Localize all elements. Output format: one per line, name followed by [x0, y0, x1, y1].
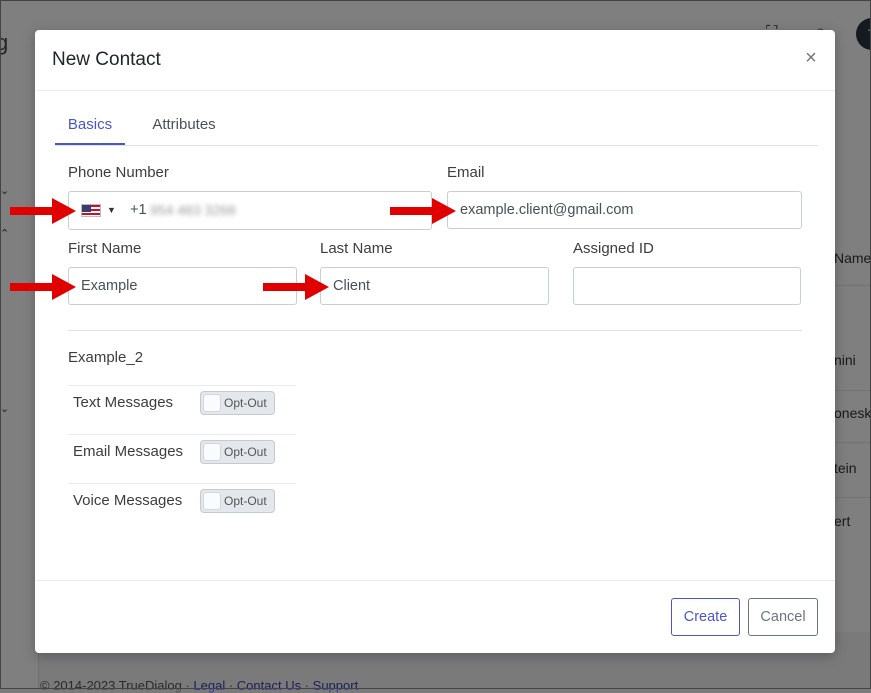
caret-down-icon[interactable]: ▼: [107, 205, 116, 215]
cancel-button[interactable]: Cancel: [748, 598, 818, 636]
section-title: Example_2: [68, 349, 144, 366]
email-messages-toggle[interactable]: Opt-Out: [200, 440, 275, 464]
preference-label: Voice Messages: [73, 492, 183, 509]
tab-bar: Basics Attributes: [55, 106, 818, 146]
create-button[interactable]: Create: [671, 598, 740, 636]
modal-header: New Contact ×: [35, 30, 835, 91]
annotation-arrow-icon: [263, 274, 329, 300]
annotation-arrow-icon: [10, 274, 76, 300]
preference-row-voice: Voice Messages Opt-Out: [68, 483, 296, 524]
preference-row-email: Email Messages Opt-Out: [68, 434, 296, 484]
modal-footer: Create Cancel: [35, 580, 835, 654]
preference-row-text: Text Messages Opt-Out: [68, 385, 296, 435]
preference-label: Email Messages: [73, 443, 184, 460]
first-name-label: First Name: [68, 240, 142, 257]
close-icon[interactable]: ×: [800, 47, 822, 69]
toggle-label: Opt-Out: [224, 494, 267, 508]
phone-number-redacted: 954 483 3268: [150, 202, 236, 218]
country-code: +1: [130, 202, 147, 218]
tab-attributes[interactable]: Attributes: [135, 106, 233, 145]
phone-field[interactable]: ▼ +1 954 483 3268: [68, 191, 432, 230]
new-contact-modal: New Contact × Basics Attributes Phone Nu…: [35, 30, 835, 653]
voice-messages-toggle[interactable]: Opt-Out: [200, 489, 275, 513]
last-name-field[interactable]: [320, 267, 549, 305]
phone-label: Phone Number: [68, 164, 169, 181]
toggle-label: Opt-Out: [224, 445, 267, 459]
preference-label: Text Messages: [73, 394, 174, 411]
text-messages-toggle[interactable]: Opt-Out: [200, 391, 275, 415]
assigned-id-field[interactable]: [573, 267, 801, 305]
modal-title: New Contact: [52, 49, 161, 70]
tab-basics[interactable]: Basics: [55, 106, 125, 145]
assigned-id-label: Assigned ID: [573, 240, 654, 257]
toggle-label: Opt-Out: [224, 396, 267, 410]
us-flag-icon[interactable]: [81, 204, 101, 217]
email-label: Email: [447, 164, 485, 181]
annotation-arrow-icon: [390, 198, 456, 224]
last-name-label: Last Name: [320, 240, 393, 257]
section-divider: [68, 330, 802, 331]
annotation-arrow-icon: [10, 198, 76, 224]
email-field[interactable]: [447, 191, 802, 229]
